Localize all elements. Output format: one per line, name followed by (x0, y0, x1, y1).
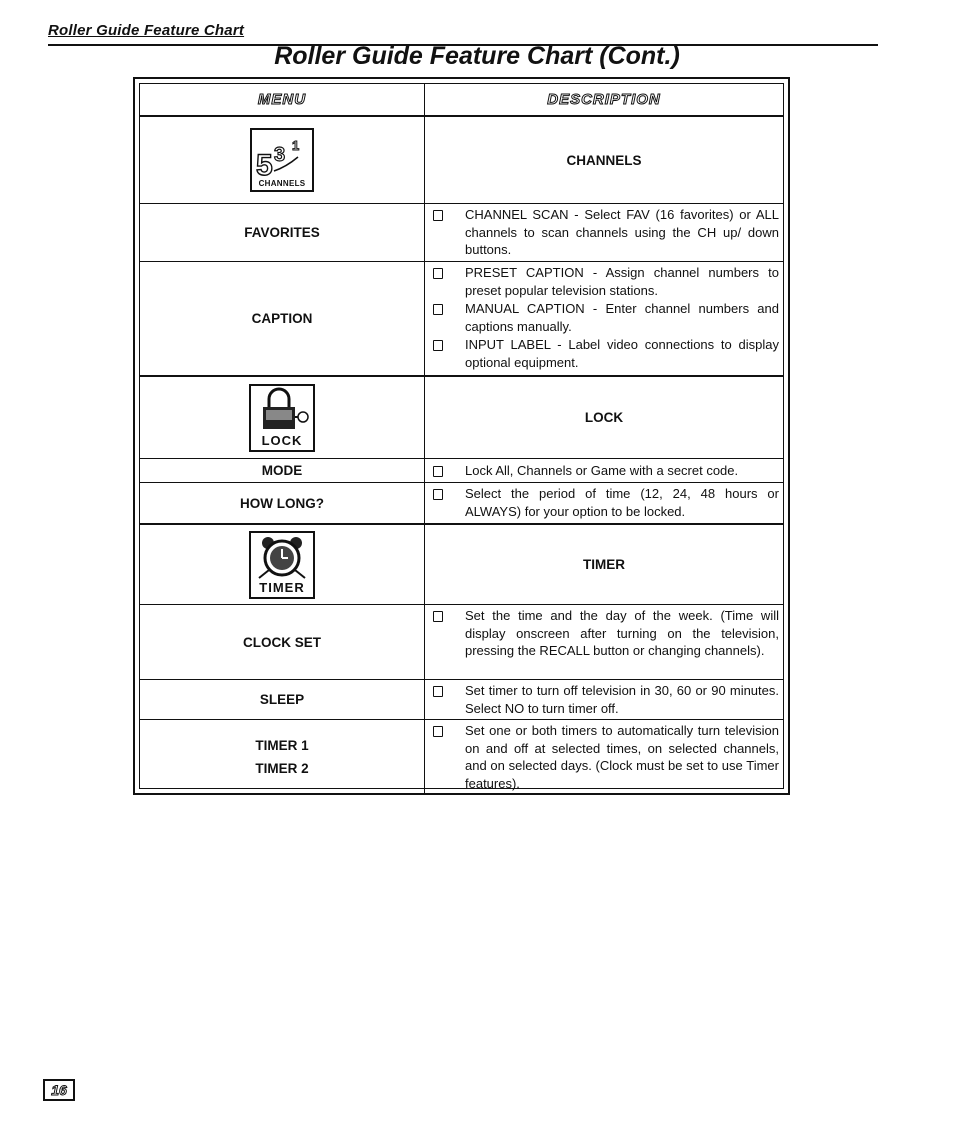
menu-item-how-long: HOW LONG? (140, 483, 425, 523)
bullet-box-icon (433, 340, 443, 351)
description-column-header: DESCRIPTION (425, 84, 783, 115)
table-row: SLEEP Set timer to turn off television i… (140, 680, 783, 720)
table-header: MENU DESCRIPTION (140, 84, 783, 117)
bullet-box-icon (433, 304, 443, 315)
bullet-box-icon (433, 686, 443, 697)
description-bullet: Select the period of time (12, 24, 48 ho… (433, 485, 779, 520)
menu-item-sleep: SLEEP (140, 680, 425, 719)
table-row: TIMER 1 TIMER 2 Set one or both timers t… (140, 720, 783, 793)
svg-text:3: 3 (274, 144, 285, 166)
bullet-box-icon (433, 268, 443, 279)
svg-text:5: 5 (256, 149, 273, 179)
table-row: FAVORITES CHANNEL SCAN - Select FAV (16 … (140, 204, 783, 262)
feature-table: MENU DESCRIPTION 5 3 1 CHANNELS CHANNELS… (133, 77, 790, 795)
description-bullet: CHANNEL SCAN - Select FAV (16 favorites)… (433, 206, 779, 259)
table-row: MODE Lock All, Channels or Game with a s… (140, 459, 783, 483)
description-bullet: MANUAL CAPTION - Enter channel numbers a… (433, 300, 779, 335)
description-bullet: Set one or both timers to automatically … (433, 722, 779, 792)
menu-item-caption: CAPTION (140, 262, 425, 375)
bullet-box-icon (433, 726, 443, 737)
group-title: TIMER (583, 557, 625, 572)
page-number: 16 (43, 1079, 75, 1101)
menu-item-timer-1: TIMER 1 (255, 737, 309, 753)
bullet-text: CHANNEL SCAN - Select FAV (16 favorites)… (465, 207, 779, 257)
channels-icon: 5 3 1 CHANNELS (250, 128, 314, 192)
svg-text:1: 1 (292, 138, 299, 153)
bullet-text: Set timer to turn off television in 30, … (465, 683, 779, 716)
page-title: Roller Guide Feature Chart (Cont.) (274, 42, 680, 70)
table-row: CAPTION PRESET CAPTION - Assign channel … (140, 262, 783, 377)
menu-item-clock-set: CLOCK SET (140, 605, 425, 679)
menu-item-mode: MODE (140, 459, 425, 482)
bullet-text: Lock All, Channels or Game with a secret… (465, 463, 739, 478)
bullet-box-icon (433, 489, 443, 500)
group-row-timer: TIMER TIMER (140, 525, 783, 605)
description-bullet: Set timer to turn off television in 30, … (433, 682, 779, 717)
channels-icon-caption: CHANNELS (258, 179, 306, 188)
description-header-text: DESCRIPTION (547, 91, 661, 109)
table-row: CLOCK SET Set the time and the day of th… (140, 605, 783, 680)
description-bullet: PRESET CAPTION - Assign channel numbers … (433, 264, 779, 299)
menu-item-timer-2: TIMER 2 (255, 760, 309, 776)
bullet-box-icon (433, 210, 443, 221)
bullet-text: INPUT LABEL - Label video connections to… (465, 337, 779, 370)
bullet-text: Select the period of time (12, 24, 48 ho… (465, 486, 779, 519)
table-row: HOW LONG? Select the period of time (12,… (140, 483, 783, 525)
timer-icon-caption: TIMER (259, 579, 305, 595)
bullet-box-icon (433, 611, 443, 622)
bullet-text: PRESET CAPTION - Assign channel numbers … (465, 265, 779, 298)
menu-header-text: MENU (257, 91, 307, 109)
timer-icon: TIMER (249, 530, 315, 599)
group-title: CHANNELS (566, 152, 642, 168)
menu-item-favorites: FAVORITES (140, 204, 425, 261)
bullet-text: Set one or both timers to automatically … (465, 723, 779, 791)
description-bullet: INPUT LABEL - Label video connections to… (433, 336, 779, 371)
menu-column-header: MENU (140, 84, 425, 115)
bullet-text: MANUAL CAPTION - Enter channel numbers a… (465, 301, 779, 334)
group-row-lock: LOCK LOCK (140, 377, 783, 459)
bullet-box-icon (433, 466, 443, 477)
description-bullet: Set the time and the day of the week. (T… (433, 607, 779, 660)
lock-icon-caption: LOCK (261, 432, 303, 448)
lock-icon: LOCK (249, 383, 315, 452)
description-bullet: Lock All, Channels or Game with a secret… (433, 462, 779, 480)
bullet-text: Set the time and the day of the week. (T… (465, 608, 779, 658)
group-title: LOCK (584, 410, 624, 425)
group-row-channels: 5 3 1 CHANNELS CHANNELS (140, 117, 783, 204)
section-heading-text: Roller Guide Feature Chart (48, 22, 245, 39)
